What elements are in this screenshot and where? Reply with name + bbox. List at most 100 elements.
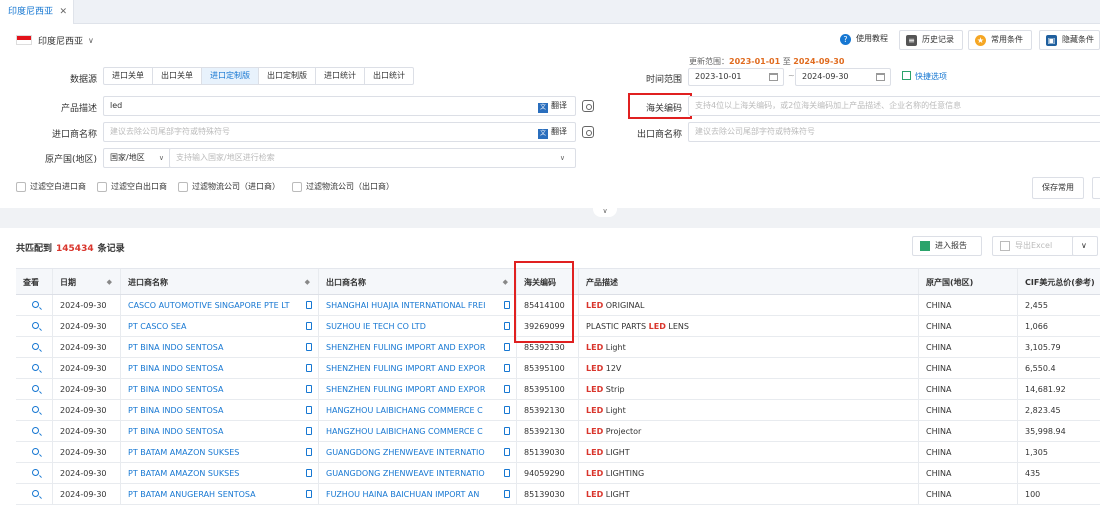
close-icon[interactable]: ✕ (59, 0, 67, 24)
source-option[interactable]: 出口定制版 (259, 68, 316, 84)
copy-icon[interactable] (306, 343, 312, 351)
importer-link[interactable]: PT CASCO SEA (128, 322, 186, 331)
source-option-active[interactable]: 进口定制版 (202, 68, 259, 84)
copy-icon[interactable] (306, 406, 312, 414)
view-cell[interactable] (16, 337, 53, 357)
table-row[interactable]: 2024-09-30 PT BATAM AMAZON SUKSES GUANGD… (16, 442, 1100, 463)
header-importer[interactable]: 进口商名称 ◆ (121, 269, 319, 294)
filter-checkbox[interactable]: 过滤物流公司（出口商） (292, 181, 394, 192)
importer-link[interactable]: PT BINA INDO SENTOSA (128, 427, 223, 436)
view-cell[interactable] (16, 295, 53, 315)
report-button[interactable]: 进入报告 (912, 236, 982, 256)
exporter-link[interactable]: HANGZHOU LAIBICHANG COMMERCE C (326, 427, 483, 436)
exporter-cell[interactable]: GUANGDONG ZHENWEAVE INTERNATIO (319, 463, 517, 483)
history-button[interactable]: ≡ 历史记录 (899, 30, 963, 50)
origin-type-select[interactable]: 国家/地区 ∨ (103, 148, 171, 168)
copy-icon[interactable] (504, 364, 510, 372)
history-search-icon[interactable] (582, 126, 594, 138)
origin-search-input[interactable]: 支持输入国家/地区进行检索 ∨ (169, 148, 576, 168)
exporter-link[interactable]: SHENZHEN FULING IMPORT AND EXPOR (326, 385, 485, 394)
export-excel-button[interactable]: 导出Excel (992, 236, 1074, 256)
copy-icon[interactable] (306, 322, 312, 330)
view-cell[interactable] (16, 379, 53, 399)
translate-button[interactable]: 文翻译 (538, 100, 567, 113)
filter-checkbox[interactable]: 过滤物流公司（进口商） (178, 181, 280, 192)
view-cell[interactable] (16, 442, 53, 462)
importer-link[interactable]: CASCO AUTOMOTIVE SINGAPORE PTE LT (128, 301, 290, 310)
more-button[interactable] (1092, 177, 1100, 199)
exporter-cell[interactable]: GUANGDONG ZHENWEAVE INTERNATIO (319, 442, 517, 462)
copy-icon[interactable] (504, 322, 510, 330)
source-option[interactable]: 进口关单 (104, 68, 153, 84)
search-icon[interactable] (31, 469, 39, 476)
view-cell[interactable] (16, 316, 53, 336)
table-row[interactable]: 2024-09-30 PT BINA INDO SENTOSA SHENZHEN… (16, 379, 1100, 400)
table-row[interactable]: 2024-09-30 PT BINA INDO SENTOSA HANGZHOU… (16, 421, 1100, 442)
importer-cell[interactable]: PT BATAM AMAZON SUKSES (121, 442, 319, 462)
save-common-button[interactable]: 保存常用 (1032, 177, 1084, 199)
search-icon[interactable] (31, 448, 39, 455)
importer-cell[interactable]: CASCO AUTOMOTIVE SINGAPORE PTE LT (121, 295, 319, 315)
importer-link[interactable]: PT BINA INDO SENTOSA (128, 343, 223, 352)
importer-link[interactable]: PT BINA INDO SENTOSA (128, 364, 223, 373)
copy-icon[interactable] (306, 364, 312, 372)
exporter-cell[interactable]: SHANGHAI HUAJIA INTERNATIONAL FREI (319, 295, 517, 315)
exporter-cell[interactable]: SHENZHEN FULING IMPORT AND EXPOR (319, 337, 517, 357)
search-icon[interactable] (31, 385, 39, 392)
exporter-cell[interactable]: HANGZHOU LAIBICHANG COMMERCE C (319, 400, 517, 420)
exporter-cell[interactable]: SHENZHEN FULING IMPORT AND EXPOR (319, 358, 517, 378)
date-to-input[interactable]: 2024-09-30 (795, 68, 891, 86)
search-icon[interactable] (31, 364, 39, 371)
copy-icon[interactable] (306, 301, 312, 309)
product-input[interactable]: led (103, 96, 576, 116)
search-icon[interactable] (31, 343, 39, 350)
copy-icon[interactable] (504, 448, 510, 456)
source-option[interactable]: 出口关单 (153, 68, 202, 84)
exporter-cell[interactable]: FUZHOU HAINA BAICHUAN IMPORT AN (319, 484, 517, 504)
importer-cell[interactable]: PT CASCO SEA (121, 316, 319, 336)
copy-icon[interactable] (504, 490, 510, 498)
exporter-link[interactable]: SHENZHEN FULING IMPORT AND EXPOR (326, 364, 485, 373)
copy-icon[interactable] (306, 448, 312, 456)
exporter-cell[interactable]: HANGZHOU LAIBICHANG COMMERCE C (319, 421, 517, 441)
copy-icon[interactable] (504, 385, 510, 393)
table-row[interactable]: 2024-09-30 PT BATAM ANUGERAH SENTOSA FUZ… (16, 484, 1100, 505)
history-search-icon[interactable] (582, 100, 594, 112)
exporter-cell[interactable]: SHENZHEN FULING IMPORT AND EXPOR (319, 379, 517, 399)
importer-cell[interactable]: PT BINA INDO SENTOSA (121, 379, 319, 399)
view-cell[interactable] (16, 358, 53, 378)
country-selector[interactable]: 印度尼西亚 ∨ (16, 33, 94, 47)
translate-button[interactable]: 文翻译 (538, 126, 567, 139)
table-row[interactable]: 2024-09-30 PT BINA INDO SENTOSA SHENZHEN… (16, 358, 1100, 379)
header-exporter[interactable]: 出口商名称 ◆ (319, 269, 517, 294)
hscode-input[interactable]: 支持4位以上海关编码，或2位海关编码加上产品描述、企业名称的任意信息 (688, 96, 1100, 116)
hide-conditions-button[interactable]: ▣ 隐藏条件 (1039, 30, 1100, 50)
tab-indonesia[interactable]: 印度尼西亚 ✕ (0, 0, 74, 24)
importer-cell[interactable]: PT BINA INDO SENTOSA (121, 400, 319, 420)
copy-icon[interactable] (306, 490, 312, 498)
copy-icon[interactable] (504, 427, 510, 435)
common-conditions-button[interactable]: ★ 常用条件 (968, 30, 1032, 50)
importer-cell[interactable]: PT BINA INDO SENTOSA (121, 358, 319, 378)
export-dropdown-button[interactable]: ∨ (1072, 236, 1098, 256)
exporter-link[interactable]: SUZHOU IE TECH CO LTD (326, 322, 426, 331)
header-date[interactable]: 日期 ◆ (53, 269, 121, 294)
help-button[interactable]: ? 使用教程 (834, 30, 894, 50)
table-row[interactable]: 2024-09-30 PT BINA INDO SENTOSA HANGZHOU… (16, 400, 1100, 421)
view-cell[interactable] (16, 421, 53, 441)
quick-options-link[interactable]: 快捷选项 (902, 71, 947, 82)
exporter-link[interactable]: HANGZHOU LAIBICHANG COMMERCE C (326, 406, 483, 415)
importer-link[interactable]: PT BATAM AMAZON SUKSES (128, 469, 239, 478)
search-icon[interactable] (31, 322, 39, 329)
copy-icon[interactable] (504, 406, 510, 414)
exporter-link[interactable]: FUZHOU HAINA BAICHUAN IMPORT AN (326, 490, 479, 499)
importer-input[interactable]: 建议去除公司尾部字符或特殊符号 (103, 122, 576, 142)
source-option[interactable]: 进口统计 (316, 68, 365, 84)
copy-icon[interactable] (306, 469, 312, 477)
date-from-input[interactable]: 2023-10-01 (688, 68, 784, 86)
importer-cell[interactable]: PT BINA INDO SENTOSA (121, 421, 319, 441)
view-cell[interactable] (16, 484, 53, 504)
exporter-input[interactable]: 建议去除公司尾部字符或特殊符号 (688, 122, 1100, 142)
filter-checkbox[interactable]: 过滤空白进口商 (16, 181, 86, 192)
copy-icon[interactable] (504, 469, 510, 477)
